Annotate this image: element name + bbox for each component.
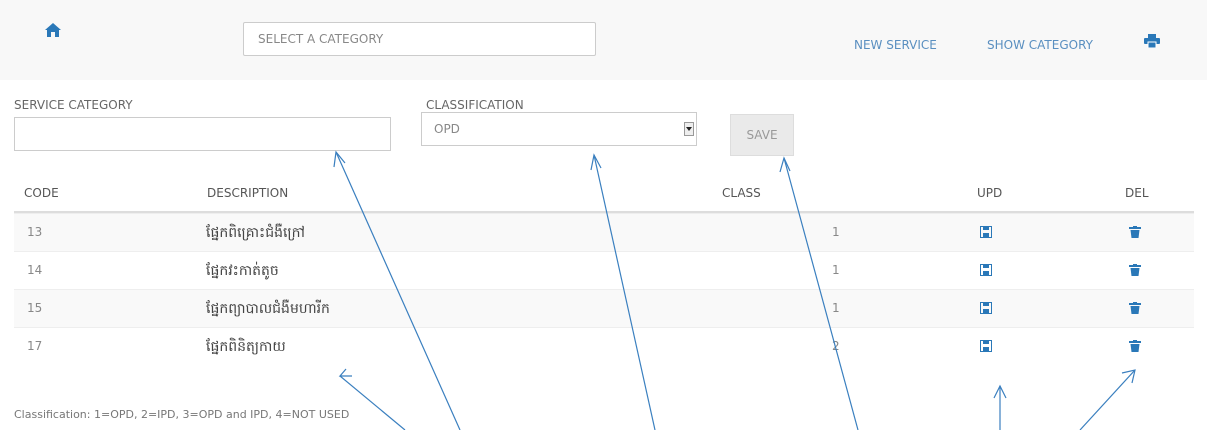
row-description: ផ្នែកពិគ្រោះជំងឺក្រៅ xyxy=(206,225,305,241)
arrowhead xyxy=(993,384,1007,399)
category-select[interactable]: SELECT A CATEGORY xyxy=(243,22,596,56)
header-code: CODE xyxy=(24,186,59,200)
row-code: 13 xyxy=(27,225,43,239)
row-class: 1 xyxy=(832,301,840,315)
table-row: 14 ផ្នែកវះកាត់តូច 1 xyxy=(14,251,1194,289)
top-toolbar: SELECT A CATEGORY NEW SERVICE SHOW CATEG… xyxy=(0,0,1207,80)
table-header: CODE DESCRIPTION CLASS UPD DEL xyxy=(14,173,1194,213)
header-description: DESCRIPTION xyxy=(207,186,289,200)
save-button[interactable]: SAVE xyxy=(730,114,794,156)
service-category-input[interactable] xyxy=(14,117,391,151)
arrowhead xyxy=(338,368,352,377)
trash-icon[interactable] xyxy=(1129,264,1141,276)
row-class: 1 xyxy=(832,263,840,277)
trash-icon[interactable] xyxy=(1129,302,1141,314)
trash-icon[interactable] xyxy=(1129,340,1141,352)
chevron-down-icon[interactable] xyxy=(684,122,694,136)
table-row: 15 ផ្នែកព្យាបាលជំងឺមហារីក 1 xyxy=(14,289,1194,327)
table-row: 17 ផ្នែកពិនិត្យកាយ 2 xyxy=(14,327,1194,365)
save-icon[interactable] xyxy=(980,264,992,276)
classification-select[interactable]: OPD xyxy=(421,112,697,146)
service-category-label: SERVICE CATEGORY xyxy=(14,98,133,112)
row-code: 14 xyxy=(27,263,43,277)
arrowhead xyxy=(590,153,602,171)
new-service-link[interactable]: NEW SERVICE xyxy=(854,38,937,52)
classification-legend: Classification: 1=OPD, 2=IPD, 3=OPD and … xyxy=(14,408,350,421)
header-del: DEL xyxy=(1125,186,1149,200)
row-description: ផ្នែកពិនិត្យកាយ xyxy=(206,339,286,355)
row-class: 1 xyxy=(832,225,840,239)
save-icon[interactable] xyxy=(980,226,992,238)
arrow-to-delete-icon xyxy=(1079,369,1136,430)
classification-label: CLASSIFICATION xyxy=(426,98,524,112)
arrowhead xyxy=(779,156,791,173)
arrowhead xyxy=(333,150,346,168)
save-icon[interactable] xyxy=(980,340,992,352)
arrow-to-description xyxy=(339,375,406,430)
trash-icon[interactable] xyxy=(1129,226,1141,238)
row-class: 2 xyxy=(832,339,840,353)
row-code: 17 xyxy=(27,339,43,353)
home-icon[interactable] xyxy=(44,22,62,38)
row-description: ផ្នែកវះកាត់តូច xyxy=(206,263,279,279)
classification-value: OPD xyxy=(434,122,460,136)
arrowhead xyxy=(1121,369,1136,384)
printer-icon[interactable] xyxy=(1144,34,1160,48)
header-class: CLASS xyxy=(722,186,761,200)
header-upd: UPD xyxy=(977,186,1003,200)
row-description: ផ្នែកព្យាបាលជំងឺមហារីក xyxy=(206,301,330,317)
show-category-link[interactable]: SHOW CATEGORY xyxy=(987,38,1093,52)
row-code: 15 xyxy=(27,301,43,315)
table-row: 13 ផ្នែកពិគ្រោះជំងឺក្រៅ 1 xyxy=(14,213,1194,251)
save-icon[interactable] xyxy=(980,302,992,314)
